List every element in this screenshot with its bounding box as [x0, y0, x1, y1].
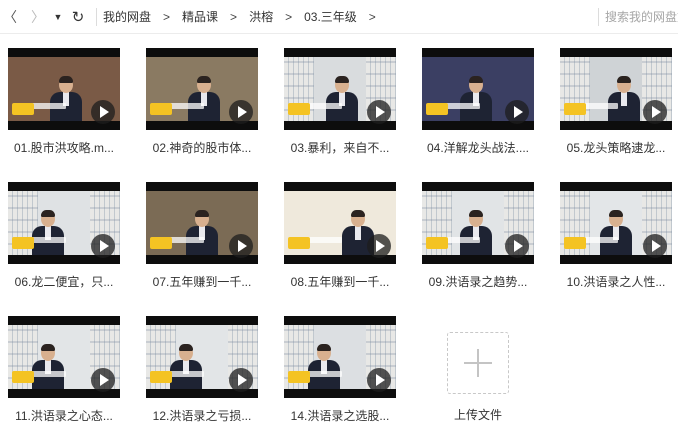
play-icon[interactable] — [505, 234, 529, 258]
file-name[interactable]: 11.洪语录之心态... — [8, 407, 120, 424]
video-thumbnail[interactable] — [284, 182, 396, 264]
course-badge — [150, 371, 172, 383]
file-tile[interactable]: 04.洋解龙头战法.... — [422, 48, 534, 156]
breadcrumb-separator-icon: > — [163, 9, 171, 24]
video-thumbnail[interactable] — [560, 182, 672, 264]
course-badge — [426, 103, 448, 115]
video-thumbnail[interactable] — [8, 48, 120, 130]
play-icon[interactable] — [91, 234, 115, 258]
breadcrumb-separator-icon: > — [285, 9, 293, 24]
video-thumbnail[interactable] — [146, 48, 258, 130]
presenter-figure — [30, 209, 66, 255]
caret-down-icon[interactable]: ▼ — [48, 2, 68, 32]
breadcrumb-item-root[interactable]: 我的网盘 — [103, 8, 151, 25]
chevron-right-icon[interactable]: 〉 — [28, 2, 48, 32]
presenter-figure — [598, 209, 634, 255]
upload-tile[interactable]: 上传文件 — [422, 316, 534, 423]
file-name[interactable]: 04.洋解龙头战法.... — [422, 139, 534, 156]
file-name[interactable]: 12.洪语录之亏损... — [146, 407, 258, 424]
file-tile[interactable]: 14.洪语录之选股... — [284, 316, 396, 424]
video-thumbnail[interactable] — [8, 182, 120, 264]
video-thumbnail[interactable] — [146, 316, 258, 398]
play-icon[interactable] — [367, 368, 391, 392]
course-badge — [150, 103, 172, 115]
video-thumbnail[interactable] — [284, 316, 396, 398]
file-tile[interactable]: 10.洪语录之人性... — [560, 182, 672, 290]
breadcrumb-item-current[interactable]: 03.三年级 — [304, 8, 357, 25]
file-tile[interactable]: 12.洪语录之亏损... — [146, 316, 258, 424]
course-badge — [12, 103, 34, 115]
file-name[interactable]: 03.暴利，来自不... — [284, 139, 396, 156]
presenter-figure — [168, 343, 204, 389]
file-tile[interactable]: 02.神奇的股市体... — [146, 48, 258, 156]
presenter-figure — [48, 75, 84, 121]
course-badge — [288, 103, 310, 115]
file-tile[interactable]: 09.洪语录之趋势... — [422, 182, 534, 290]
course-badge — [288, 237, 310, 249]
file-name[interactable]: 08.五年赚到一千... — [284, 273, 396, 290]
file-tile[interactable]: 11.洪语录之心态... — [8, 316, 120, 424]
breadcrumb: 我的网盘 > 精品课 > 洪榕 > 03.三年级 > — [103, 8, 388, 25]
play-icon[interactable] — [505, 100, 529, 124]
presenter-figure — [306, 343, 342, 389]
video-thumbnail[interactable] — [422, 48, 534, 130]
play-icon[interactable] — [367, 100, 391, 124]
file-tile[interactable]: 07.五年赚到一千... — [146, 182, 258, 290]
search-divider — [598, 8, 599, 26]
play-icon[interactable] — [643, 234, 667, 258]
file-name[interactable]: 02.神奇的股市体... — [146, 139, 258, 156]
video-thumbnail[interactable] — [560, 48, 672, 130]
play-icon[interactable] — [91, 100, 115, 124]
toolbar: 〈 〉 ▼ ↻ 我的网盘 > 精品课 > 洪榕 > 03.三年级 > — [0, 0, 678, 34]
breadcrumb-item-teacher[interactable]: 洪榕 — [249, 8, 273, 25]
breadcrumb-item-course[interactable]: 精品课 — [182, 8, 218, 25]
play-icon[interactable] — [229, 234, 253, 258]
file-tile[interactable]: 06.龙二便宜，只... — [8, 182, 120, 290]
course-badge — [564, 103, 586, 115]
play-icon[interactable] — [91, 368, 115, 392]
file-tile[interactable]: 05.龙头策略逮龙... — [560, 48, 672, 156]
breadcrumb-separator-icon[interactable]: > — [369, 10, 376, 24]
file-name[interactable]: 06.龙二便宜，只... — [8, 273, 120, 290]
breadcrumb-separator-icon: > — [230, 9, 238, 24]
play-icon[interactable] — [229, 100, 253, 124]
refresh-icon[interactable]: ↻ — [68, 2, 88, 32]
file-tile[interactable]: 01.股市洪攻略.m... — [8, 48, 120, 156]
file-name[interactable]: 01.股市洪攻略.m... — [8, 139, 120, 156]
presenter-figure — [184, 209, 220, 255]
course-badge — [12, 237, 34, 249]
file-tile[interactable]: 03.暴利，来自不... — [284, 48, 396, 156]
upload-button[interactable] — [447, 332, 509, 394]
file-tile[interactable]: 08.五年赚到一千... — [284, 182, 396, 290]
file-name[interactable]: 10.洪语录之人性... — [560, 273, 672, 290]
file-name[interactable]: 05.龙头策略逮龙... — [560, 139, 672, 156]
presenter-figure — [186, 75, 222, 121]
play-icon[interactable] — [367, 234, 391, 258]
presenter-figure — [458, 75, 494, 121]
course-badge — [564, 237, 586, 249]
presenter-figure — [606, 75, 642, 121]
course-badge — [426, 237, 448, 249]
course-badge — [12, 371, 34, 383]
video-thumbnail[interactable] — [8, 316, 120, 398]
file-name[interactable]: 09.洪语录之趋势... — [422, 273, 534, 290]
play-icon[interactable] — [643, 100, 667, 124]
toolbar-divider — [96, 7, 97, 26]
upload-label[interactable]: 上传文件 — [422, 406, 534, 423]
chevron-left-icon[interactable]: 〈 — [0, 2, 20, 32]
file-name[interactable]: 07.五年赚到一千... — [146, 273, 258, 290]
video-thumbnail[interactable] — [284, 48, 396, 130]
presenter-figure — [458, 209, 494, 255]
presenter-figure — [324, 75, 360, 121]
search-input[interactable] — [605, 7, 678, 27]
plus-icon — [464, 349, 492, 377]
video-thumbnail[interactable] — [422, 182, 534, 264]
presenter-figure — [30, 343, 66, 389]
file-name[interactable]: 14.洪语录之选股... — [284, 407, 396, 424]
video-thumbnail[interactable] — [146, 182, 258, 264]
course-badge — [150, 237, 172, 249]
course-badge — [288, 371, 310, 383]
play-icon[interactable] — [229, 368, 253, 392]
